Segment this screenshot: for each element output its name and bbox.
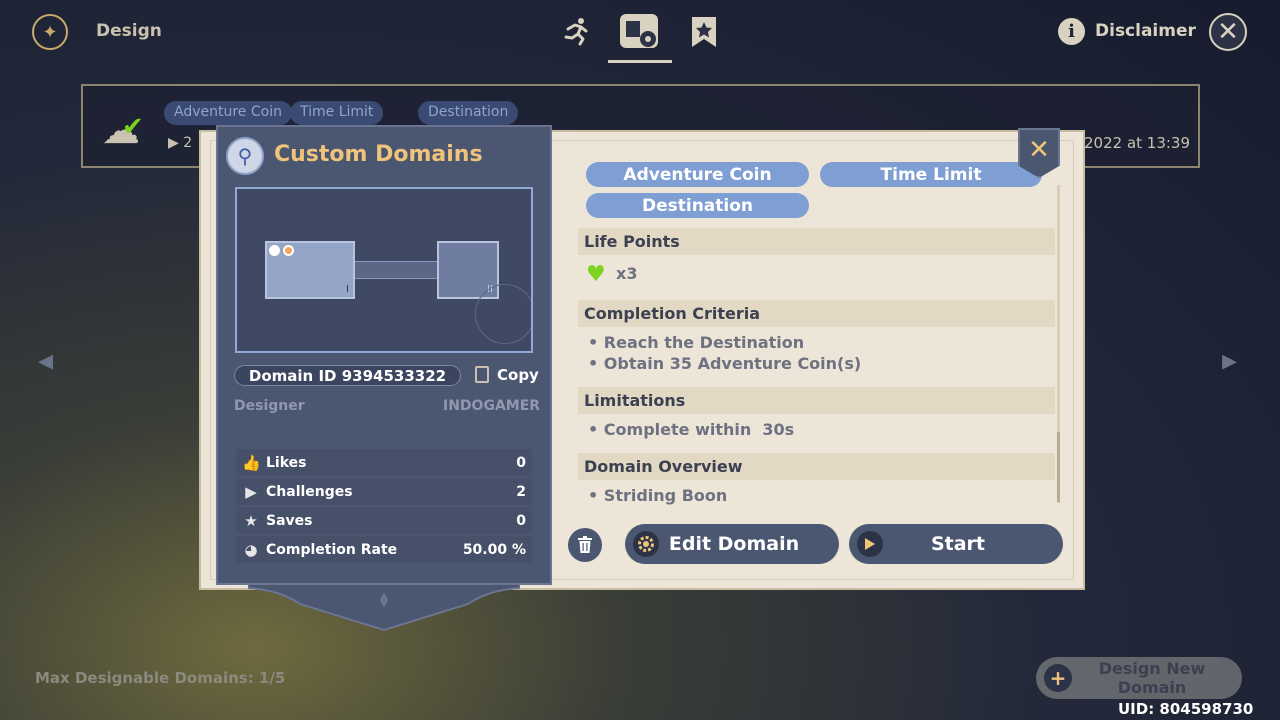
design-new-line2: Domain <box>1117 678 1187 697</box>
pie-chart-icon: ◕ <box>244 540 258 559</box>
stat-row-likes: 👍 Likes 0 <box>236 449 532 476</box>
bg-tag-adventure-coin: Adventure Coin <box>164 101 292 125</box>
edit-domain-label: Edit Domain <box>668 533 800 555</box>
play-icon: ▶ <box>245 482 257 501</box>
disclaimer-link[interactable]: Disclaimer <box>1095 21 1196 41</box>
stat-label: Likes <box>266 454 307 471</box>
designer-label: Designer <box>234 398 305 414</box>
stat-label: Saves <box>266 512 313 529</box>
delete-domain-button[interactable] <box>568 528 602 562</box>
room-label: I <box>346 284 349 295</box>
edit-domain-button[interactable]: Edit Domain <box>625 524 839 564</box>
bookmark-star-icon <box>692 17 716 47</box>
stat-row-saves: ★ Saves 0 <box>236 507 532 534</box>
section-completion-criteria: Completion Criteria <box>578 300 1055 327</box>
criteria-item: • Obtain 35 Adventure Coin(s) <box>588 354 862 373</box>
start-label: Start <box>930 533 986 555</box>
page-title: Design <box>96 21 162 41</box>
bg-date: 2022 at 13:39 <box>1084 134 1191 152</box>
tab-bookmark[interactable] <box>680 12 728 52</box>
star-icon: ★ <box>244 511 258 530</box>
info-icon[interactable]: i <box>1058 18 1085 45</box>
active-tab-indicator <box>608 60 672 63</box>
running-figure-icon <box>564 18 588 46</box>
bg-tag-destination: Destination <box>418 101 519 125</box>
stat-label: Completion Rate <box>266 541 398 558</box>
overview-item: • Striding Boon <box>588 486 728 505</box>
design-new-domain-button[interactable]: + Design New Domain <box>1036 657 1242 699</box>
tag-destination: Destination <box>586 193 809 218</box>
design-new-line1: Design New <box>1098 659 1206 678</box>
heart-icon: ♥ <box>586 262 606 287</box>
life-points-value: x3 <box>616 264 638 283</box>
limitation-item: • Complete within 30s <box>588 420 795 439</box>
copy-button[interactable]: Copy <box>497 366 539 384</box>
destination-pin-icon <box>283 245 294 256</box>
panel-title: Custom Domains <box>274 142 483 167</box>
tab-domain-design[interactable] <box>616 12 664 52</box>
scrollbar-thumb[interactable] <box>1057 432 1060 502</box>
bg-play-count: ▶ 2 <box>168 135 193 151</box>
close-icon: ✕ <box>1028 135 1050 165</box>
max-designable-domains: Max Designable Domains: 1/5 <box>35 669 286 687</box>
trash-icon <box>578 536 592 553</box>
stat-value: 2 <box>516 483 526 500</box>
domain-layout-preview: I II <box>235 187 533 353</box>
custom-domain-emblem-icon: ⚲ <box>226 137 264 175</box>
section-life-points: Life Points <box>578 228 1055 255</box>
criteria-item: • Reach the Destination <box>588 333 805 352</box>
close-icon: ✕ <box>1217 17 1239 47</box>
previous-arrow-icon[interactable]: ◂ <box>38 343 53 378</box>
section-limitations: Limitations <box>578 387 1055 414</box>
stat-row-challenges: ▶ Challenges 2 <box>236 478 532 505</box>
compass-rose-icon <box>475 284 531 344</box>
design-new-domain-label: Design New Domain <box>1072 659 1242 697</box>
stat-value: 50.00 % <box>462 541 526 558</box>
domain-design-icon <box>620 14 658 48</box>
gear-icon <box>633 531 659 557</box>
designer-name: INDOGAMER <box>443 398 541 414</box>
thumbs-up-icon: 👍 <box>242 453 261 472</box>
tab-running-figure[interactable] <box>552 12 600 52</box>
stat-label: Challenges <box>266 483 353 500</box>
plus-icon: + <box>1044 664 1072 692</box>
play-icon <box>857 531 883 557</box>
copy-icon[interactable] <box>475 366 489 383</box>
section-domain-overview: Domain Overview <box>578 453 1055 480</box>
tag-adventure-coin: Adventure Coin <box>586 162 809 187</box>
preview-bridge <box>355 261 437 279</box>
preview-room-1: I <box>265 241 355 299</box>
domain-id: Domain ID 9394533322 <box>234 365 461 386</box>
next-arrow-icon[interactable]: ▸ <box>1222 343 1237 378</box>
check-icon: ✔ <box>122 112 144 142</box>
close-page-button[interactable]: ✕ <box>1209 13 1247 51</box>
stat-value: 0 <box>516 512 526 529</box>
stat-row-completion-rate: ◕ Completion Rate 50.00 % <box>236 536 532 563</box>
start-pin-icon <box>269 245 280 256</box>
bg-tag-time-limit: Time Limit <box>290 101 384 125</box>
start-button[interactable]: Start <box>849 524 1063 564</box>
design-mode-icon: ✦ <box>32 14 68 50</box>
stat-value: 0 <box>516 454 526 471</box>
user-id: UID: 804598730 <box>1118 700 1254 718</box>
tag-time-limit: Time Limit <box>820 162 1042 187</box>
